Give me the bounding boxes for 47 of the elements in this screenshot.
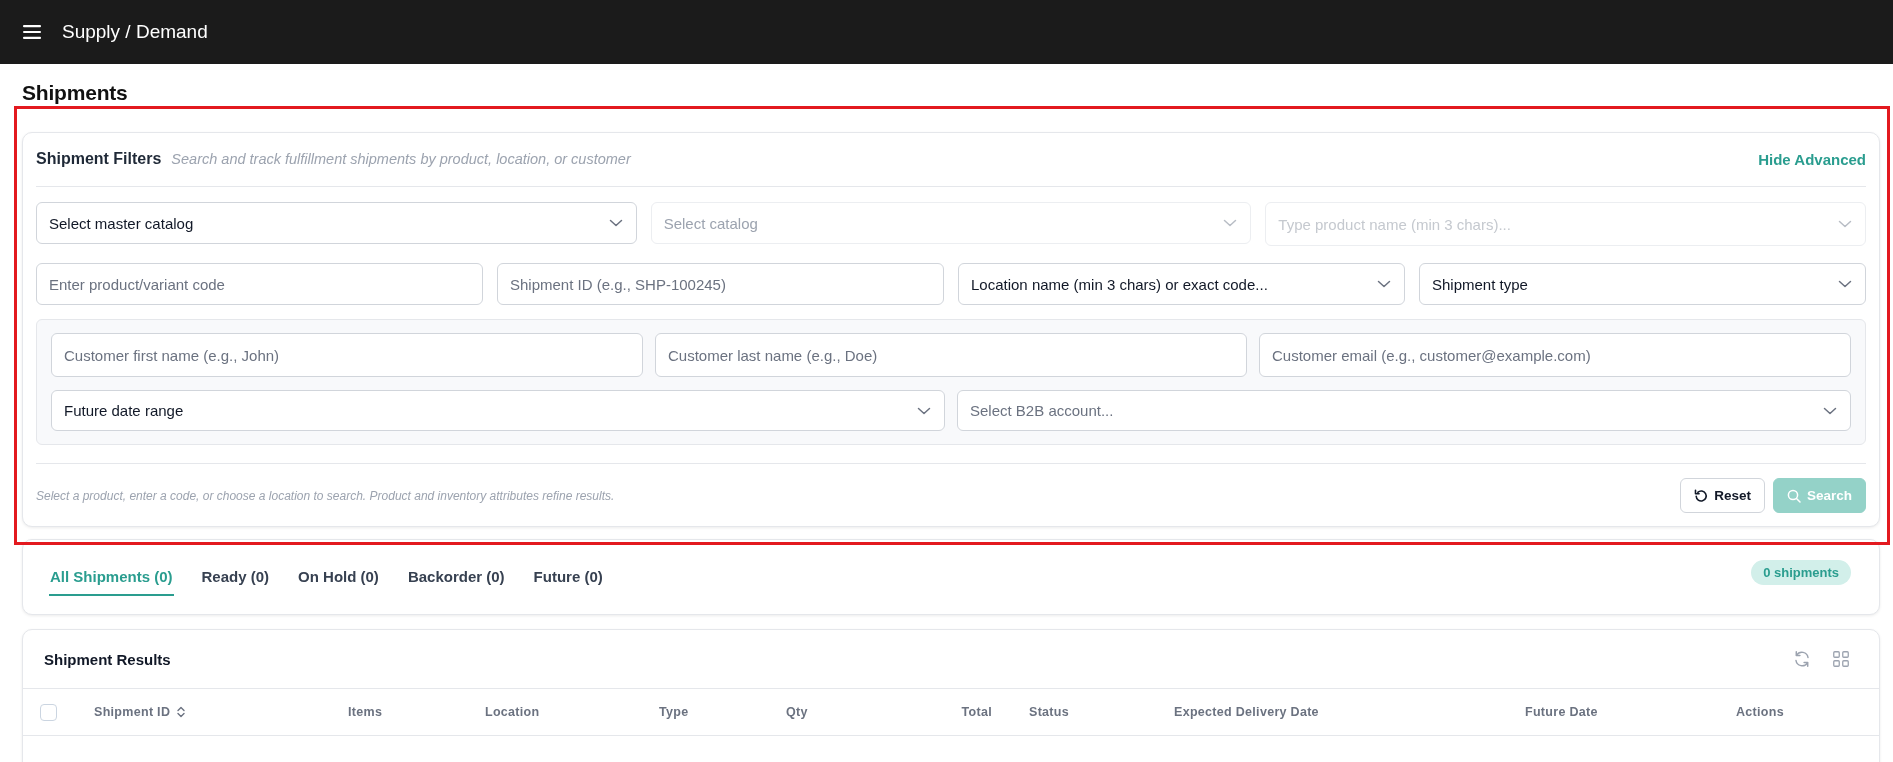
chevron-down-icon — [1838, 220, 1852, 228]
refresh-icon[interactable] — [1793, 650, 1811, 668]
dropdown[interactable]: Shipment type — [1419, 263, 1866, 305]
column-header: Total — [961, 705, 992, 719]
search-icon — [1786, 488, 1801, 503]
column-header: Location — [485, 705, 540, 719]
tab[interactable]: On Hold (0) — [297, 560, 380, 596]
tab[interactable]: Backorder (0) — [406, 560, 506, 596]
dropdown[interactable]: Select master catalog — [36, 202, 637, 244]
tab[interactable]: Future (0) — [532, 560, 604, 596]
reset-icon — [1694, 488, 1709, 503]
grid-icon[interactable] — [1833, 651, 1849, 667]
text-input[interactable]: Customer last name (e.g., Doe) — [655, 333, 1247, 377]
chevron-down-icon — [608, 219, 623, 227]
menu-icon — [23, 25, 41, 39]
column-header: Status — [1029, 705, 1069, 719]
column-header: Type — [659, 705, 689, 719]
text-input[interactable]: Shipment ID (e.g., SHP-100245) — [497, 263, 944, 305]
tab[interactable]: Ready (0) — [200, 560, 271, 596]
column-header: Expected Delivery Date — [1174, 705, 1319, 719]
dropdown[interactable]: Select B2B account... — [957, 390, 1851, 431]
chevron-down-icon — [917, 406, 931, 415]
count-badge: 0 shipments — [1751, 559, 1851, 585]
text-input[interactable]: Customer email (e.g., customer@example.com) — [1259, 333, 1851, 377]
column-header: Future Date — [1525, 705, 1598, 719]
text-input[interactable]: Customer first name (e.g., John) — [51, 333, 643, 377]
dropdown[interactable]: Future date range — [51, 390, 945, 431]
text-input[interactable]: Enter product/variant code — [36, 263, 483, 305]
column-header: Actions — [1736, 705, 1784, 719]
app-title: Supply / Demand — [62, 21, 208, 43]
chevron-down-icon — [1223, 219, 1238, 227]
page-title: Shipments — [22, 80, 129, 106]
chevron-down-icon — [1838, 280, 1852, 288]
column-header[interactable]: Shipment ID — [94, 705, 186, 719]
sort-icon[interactable] — [177, 706, 186, 718]
reset-button[interactable]: Reset — [1680, 478, 1765, 513]
column-header: Qty — [786, 705, 808, 719]
column-header: Items — [348, 705, 383, 719]
chevron-down-icon — [1823, 406, 1837, 415]
menu-button[interactable] — [23, 25, 41, 39]
select-all-checkbox[interactable] — [40, 703, 57, 721]
dropdown[interactable]: Location name (min 3 chars) or exact code... — [958, 263, 1405, 305]
filters-subtitle: Search and track fulfillment shipments by product, location, or customer — [171, 151, 631, 167]
filters-hint: Select a product, enter a code, or choose a location to search. Product and inventory attributes refine results. — [36, 488, 615, 503]
results-title: Shipment Results — [44, 650, 171, 668]
filters-title: Shipment Filters — [36, 150, 162, 168]
chevron-down-icon — [1377, 280, 1391, 288]
